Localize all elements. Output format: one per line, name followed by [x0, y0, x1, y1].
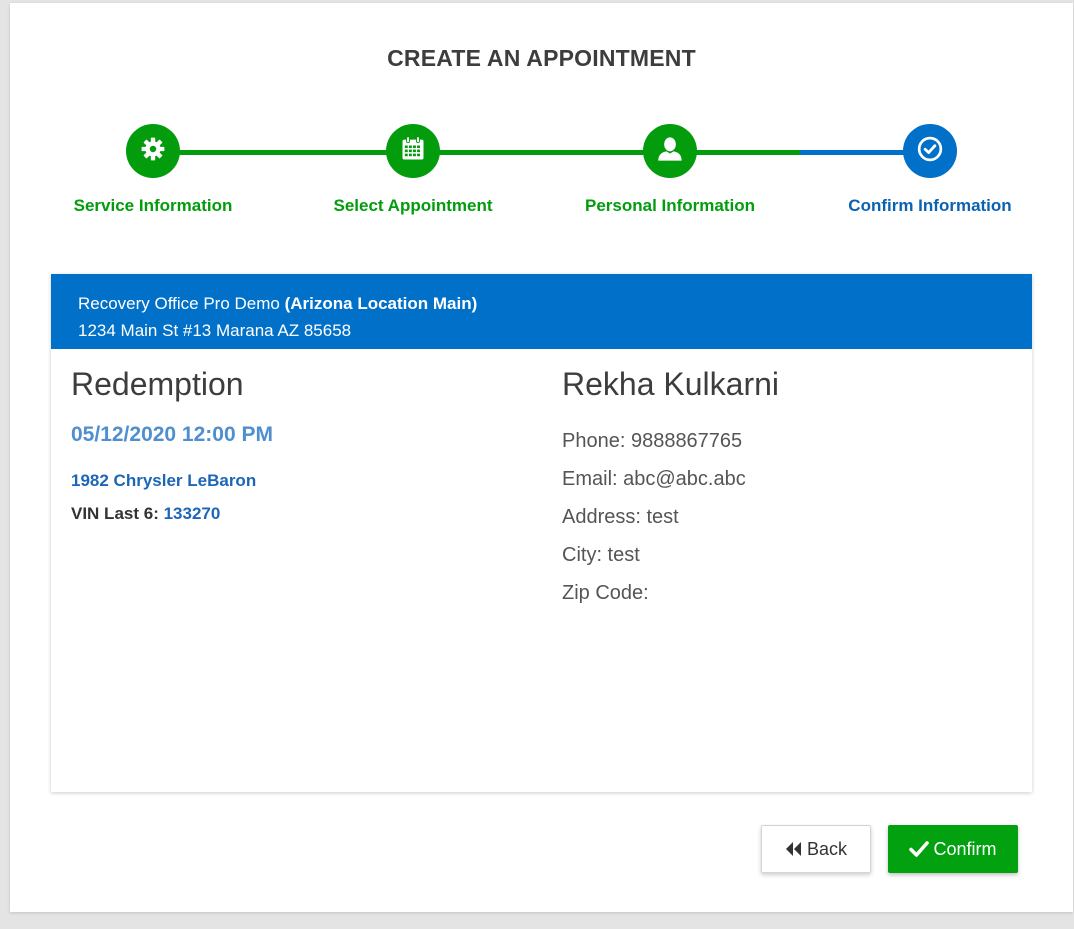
appointment-summary-card: Recovery Office Pro Demo (Arizona Locati… [51, 274, 1032, 792]
appointment-datetime: 05/12/2020 12:00 PM [71, 423, 273, 446]
location-title: Recovery Office Pro Demo (Arizona Locati… [78, 290, 1005, 317]
customer-address: Address: test [562, 506, 679, 528]
vehicle-name: 1982 Chrysler LeBaron [71, 471, 257, 490]
step-label: Select Appointment [333, 196, 493, 215]
double-chevron-left-icon [785, 841, 803, 857]
checkmark-icon [909, 840, 930, 858]
location-header: Recovery Office Pro Demo (Arizona Locati… [51, 274, 1032, 349]
company-name: Recovery Office Pro Demo [78, 294, 280, 313]
step-confirm-information[interactable]: Confirm Information [800, 124, 1060, 216]
vin-label: VIN Last 6: [71, 504, 159, 523]
location-address: 1234 Main St #13 Marana AZ 85658 [78, 321, 352, 340]
vin-row: VIN Last 6: 133270 [71, 504, 273, 524]
customer-details: Rekha Kulkarni Phone: 9888867765 Email: … [562, 366, 779, 612]
appointment-details: Redemption 05/12/2020 12:00 PM 1982 Chry… [71, 366, 273, 524]
location-name: (Arizona Location Main) [284, 294, 478, 313]
step-select-appointment[interactable]: Select Appointment [283, 124, 543, 216]
confirm-label: Confirm [933, 838, 997, 859]
calendar-icon [399, 135, 427, 168]
step-circle [386, 124, 440, 178]
gear-icon [140, 136, 166, 167]
confirm-button[interactable]: Confirm [888, 825, 1018, 873]
step-service-information[interactable]: Service Information [23, 124, 283, 216]
step-circle [126, 124, 180, 178]
back-button[interactable]: Back [761, 825, 871, 873]
appointment-page: CREATE AN APPOINTMENT Service Informatio… [10, 3, 1073, 912]
service-name: Redemption [71, 366, 244, 402]
back-label: Back [806, 838, 848, 859]
check-circle-icon [917, 136, 943, 167]
customer-phone: Phone: 9888867765 [562, 430, 743, 452]
user-icon [656, 135, 684, 168]
customer-email: Email: abc@abc.abc [562, 468, 746, 490]
customer-zip: Zip Code: [562, 582, 649, 604]
step-personal-information[interactable]: Personal Information [540, 124, 800, 216]
vin-value: 133270 [163, 504, 221, 523]
customer-city: City: test [562, 544, 640, 566]
step-circle [903, 124, 957, 178]
step-label: Personal Information [584, 196, 756, 215]
step-label: Confirm Information [848, 196, 1012, 215]
page-title: CREATE AN APPOINTMENT [387, 45, 696, 71]
step-circle [643, 124, 697, 178]
step-label: Service Information [73, 196, 233, 215]
customer-name: Rekha Kulkarni [562, 366, 779, 402]
